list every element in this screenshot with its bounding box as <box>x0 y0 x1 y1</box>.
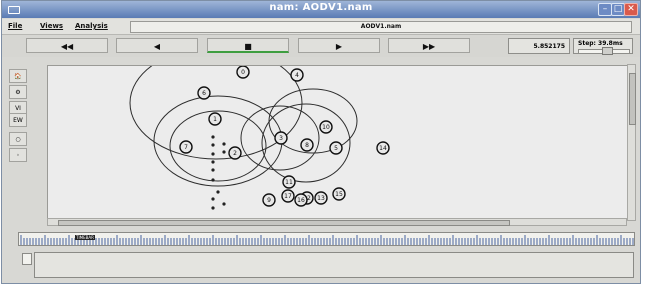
packet-dot <box>222 202 226 206</box>
network-node-16[interactable]: 16 <box>294 193 308 207</box>
circle-tool-icon[interactable]: ○ <box>9 132 27 146</box>
maximize-button[interactable]: □ <box>611 3 625 16</box>
vertical-scroll-thumb[interactable] <box>629 73 636 125</box>
window-title: nam: AODV1.nam <box>269 2 373 13</box>
step-back-button[interactable]: ◀ <box>116 38 198 53</box>
network-node-1[interactable]: 1 <box>208 112 222 126</box>
vertical-scrollbar[interactable] <box>627 64 636 221</box>
network-graph: 01234567891011121314151617 <box>129 66 390 210</box>
node-label: 5 <box>334 145 338 152</box>
step-slider-knob[interactable] <box>602 47 613 55</box>
play-button[interactable]: ▶ <box>298 38 380 53</box>
timeline-marker[interactable]: TIMEBAR <box>75 235 95 240</box>
node-label: 16 <box>297 197 305 204</box>
network-node-15[interactable]: 15 <box>332 187 346 201</box>
packet-dot <box>211 178 215 182</box>
node-label: 13 <box>317 195 325 202</box>
step-label: Step: 39.8ms <box>578 40 623 47</box>
node-label: 3 <box>279 135 283 142</box>
home-icon[interactable]: 🏠 <box>9 69 27 83</box>
horizontal-scrollbar[interactable] <box>47 218 627 226</box>
network-node-10[interactable]: 10 <box>319 120 333 134</box>
timeline-ruler <box>20 235 634 245</box>
network-node-6[interactable]: 6 <box>197 86 211 100</box>
network-canvas[interactable]: 01234567891011121314151617 <box>47 65 629 220</box>
minimize-button[interactable]: – <box>598 3 612 16</box>
node-label: 7 <box>184 144 188 151</box>
network-node-2[interactable]: 2 <box>228 146 242 160</box>
horizontal-scroll-thumb[interactable] <box>58 220 510 226</box>
simulation-time: 5.852175 <box>508 38 570 54</box>
current-file-label: AODV1.nam <box>130 21 632 33</box>
packet-dot <box>222 142 226 146</box>
tool-palette: 🏠 ⚙ VI EW ○ ◦ <box>6 64 30 226</box>
timeline-slider[interactable]: TIMEBAR <box>18 232 635 246</box>
packet-dot <box>211 135 215 139</box>
node-label: 0 <box>241 69 245 76</box>
network-node-0[interactable]: 0 <box>236 66 250 79</box>
annotation-panel[interactable] <box>34 252 634 278</box>
node-label: 4 <box>295 72 299 79</box>
menu-views[interactable]: Views <box>40 22 63 30</box>
packet-dot <box>211 168 215 172</box>
packet-dot <box>211 152 215 156</box>
title-bar: nam: AODV1.nam – □ ✕ <box>2 1 640 18</box>
network-node-4[interactable]: 4 <box>290 68 304 82</box>
packet-dot <box>216 190 220 194</box>
network-node-9[interactable]: 9 <box>262 193 276 207</box>
node-label: 6 <box>202 90 206 97</box>
step-control[interactable]: Step: 39.8ms <box>573 38 633 55</box>
packet-dot <box>222 150 226 154</box>
network-node-17[interactable]: 17 <box>281 189 295 203</box>
network-node-14[interactable]: 14 <box>376 141 390 155</box>
node-label: 10 <box>322 124 330 131</box>
node-label: 14 <box>379 145 387 152</box>
node-label: 9 <box>267 197 271 204</box>
network-node-13[interactable]: 13 <box>314 191 328 205</box>
view-label-bottom[interactable]: EW <box>9 113 27 127</box>
packet-dot <box>211 160 215 164</box>
node-label: 15 <box>335 191 343 198</box>
packet-dot <box>211 143 215 147</box>
annotation-marker <box>22 253 32 265</box>
node-label: 11 <box>285 179 293 186</box>
node-label: 2 <box>233 150 237 157</box>
menu-analysis[interactable]: Analysis <box>75 22 108 30</box>
node-label: 8 <box>305 142 309 149</box>
small-circle-tool-icon[interactable]: ◦ <box>9 148 27 162</box>
settings-icon[interactable]: ⚙ <box>9 85 27 99</box>
node-label: 1 <box>213 116 217 123</box>
network-node-5[interactable]: 5 <box>329 141 343 155</box>
nam-window: nam: AODV1.nam – □ ✕ File Views Analysis… <box>1 0 641 284</box>
network-node-11[interactable]: 11 <box>282 175 296 189</box>
node-label: 17 <box>284 193 292 200</box>
fast-forward-button[interactable]: ▶▶ <box>388 38 470 53</box>
menu-file[interactable]: File <box>8 22 22 30</box>
packet-dot <box>211 206 215 210</box>
packet-dot <box>211 197 215 201</box>
stop-button[interactable]: ■ <box>207 38 289 53</box>
network-node-7[interactable]: 7 <box>179 140 193 154</box>
rewind-button[interactable]: ◀◀ <box>26 38 108 53</box>
network-node-3[interactable]: 3 <box>274 131 288 145</box>
network-node-8[interactable]: 8 <box>300 138 314 152</box>
close-button[interactable]: ✕ <box>624 3 638 16</box>
